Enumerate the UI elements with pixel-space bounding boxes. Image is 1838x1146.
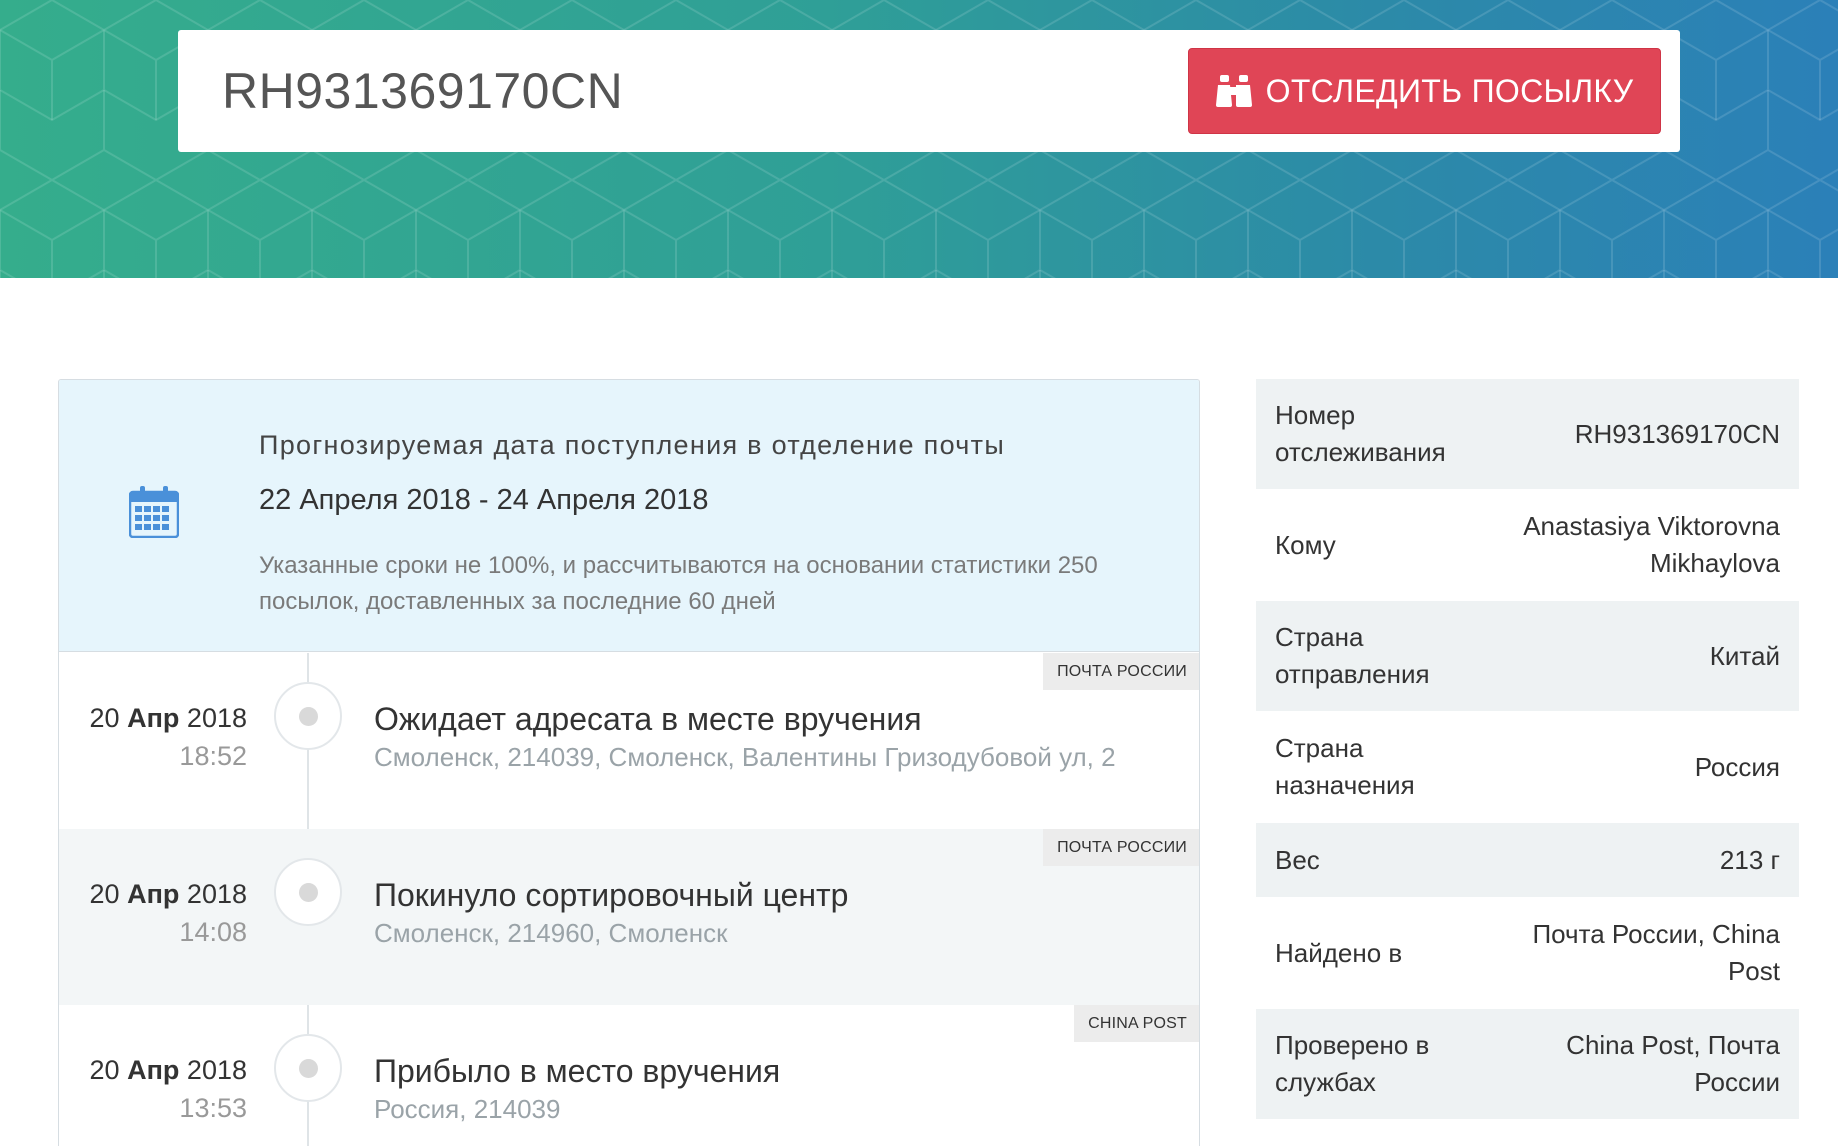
info-label: Номер отслеживания [1275, 400, 1446, 467]
info-value: Anastasiya Viktorovna Mikhaylova [1523, 511, 1780, 578]
forecast-dates: 22 Апреля 2018 - 24 Апреля 2018 [259, 484, 709, 516]
event-title: Ожидает адресата в месте вручения [374, 701, 922, 737]
info-label: Страна назначения [1275, 733, 1415, 800]
info-value: 213 г [1719, 844, 1780, 875]
event-row: CHINA POST 20 Апр 2018 13:53 Прибыло в м… [59, 1005, 1199, 1146]
event-location: Смоленск, 214960, Смоленск [374, 918, 728, 948]
info-label: Страна отправления [1275, 622, 1430, 689]
event-date: 20 Апр 2018 [89, 1055, 247, 1085]
info-value: RH931369170CN [1574, 418, 1780, 449]
event-date: 20 Апр 2018 [89, 703, 247, 733]
info-value: Китай [1709, 640, 1780, 671]
event-location: Россия, 214039 [374, 1094, 561, 1124]
forecast-panel: Прогнозируемая дата поступления в отделе… [59, 380, 1199, 652]
event-time: 14:08 [179, 917, 247, 947]
tracking-number-input[interactable] [222, 60, 1122, 122]
info-row-destination-country: Страна назначения Россия [1256, 712, 1799, 823]
timeline-dot [274, 858, 342, 926]
info-row-checked-services: Проверено в службах China Post, Почта Ро… [1256, 1009, 1799, 1120]
carrier-badge: ПОЧТА РОССИИ [1043, 653, 1199, 690]
event-location: Смоленск, 214039, Смоленск, Валентины Гр… [374, 742, 1116, 772]
timeline-dot [274, 1034, 342, 1102]
tracking-card: Прогнозируемая дата поступления в отделе… [58, 379, 1200, 1146]
carrier-badge: CHINA POST [1074, 1005, 1199, 1042]
info-label: Проверено в службах [1275, 1030, 1430, 1097]
info-value: Почта России, China Post [1532, 919, 1780, 986]
parcel-info-table: Номер отслеживания RH931369170CN Кому An… [1256, 379, 1799, 1120]
events-list: ПОЧТА РОССИИ 20 Апр 2018 18:52 Ожидает а… [59, 653, 1199, 1146]
event-time: 13:53 [179, 1093, 247, 1123]
info-value: China Post, Почта России [1566, 1030, 1780, 1097]
tracking-search-box: ОТСЛЕДИТЬ ПОСЫЛКУ [178, 30, 1680, 152]
info-value: Россия [1694, 751, 1780, 782]
forecast-note: Указанные сроки не 100%, и рассчитываютс… [259, 552, 1098, 615]
event-time: 18:52 [179, 741, 247, 771]
info-label: Вес [1275, 844, 1320, 875]
hero-banner: ОТСЛЕДИТЬ ПОСЫЛКУ [0, 0, 1838, 278]
info-label: Кому [1275, 529, 1336, 560]
track-button-label: ОТСЛЕДИТЬ ПОСЫЛКУ [1265, 72, 1634, 109]
forecast-title: Прогнозируемая дата поступления в отделе… [259, 430, 1006, 460]
calendar-icon [128, 486, 180, 543]
event-row: ПОЧТА РОССИИ 20 Апр 2018 14:08 Покинуло … [59, 829, 1199, 1005]
timeline-dot [274, 682, 342, 750]
info-row-recipient: Кому Anastasiya Viktorovna Mikhaylova [1256, 490, 1799, 601]
event-row: ПОЧТА РОССИИ 20 Апр 2018 18:52 Ожидает а… [59, 653, 1199, 829]
event-title: Покинуло сортировочный центр [374, 877, 849, 913]
binoculars-icon [1215, 75, 1252, 107]
track-parcel-button[interactable]: ОТСЛЕДИТЬ ПОСЫЛКУ [1188, 48, 1661, 134]
info-row-found-in: Найдено в Почта России, China Post [1256, 898, 1799, 1009]
info-row-origin-country: Страна отправления Китай [1256, 601, 1799, 712]
event-title: Прибыло в место вручения [374, 1053, 781, 1089]
carrier-badge: ПОЧТА РОССИИ [1043, 829, 1199, 866]
info-row-tracking-number: Номер отслеживания RH931369170CN [1256, 379, 1799, 490]
event-date: 20 Апр 2018 [89, 879, 247, 909]
info-label: Найдено в [1275, 937, 1403, 968]
info-row-weight: Вес 213 г [1256, 823, 1799, 898]
